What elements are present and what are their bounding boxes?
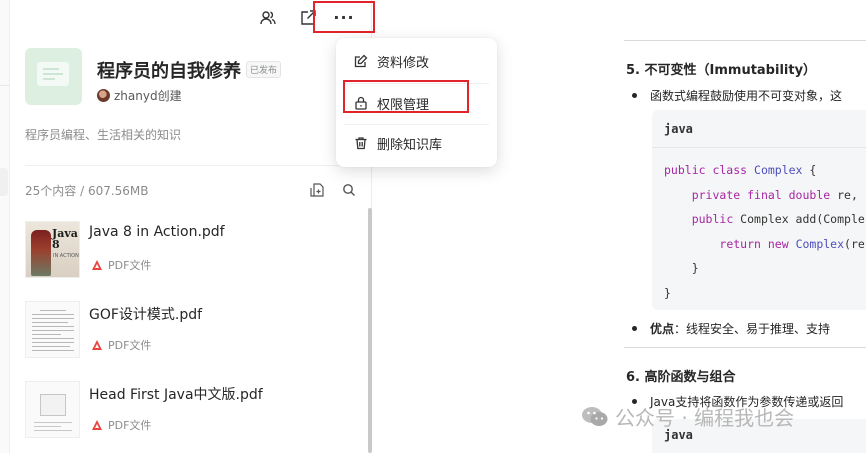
code-line: public Complex add(Comple bbox=[691, 212, 865, 226]
pdf-icon bbox=[92, 340, 102, 350]
bullet-item: 函数式编程鼓励使用不可变对象，这 bbox=[631, 87, 843, 104]
document-type-label: PDF文件 bbox=[108, 419, 152, 432]
members-icon[interactable] bbox=[256, 6, 280, 30]
document-content: 5. 不可变性（Immutability） 函数式编程鼓励使用不可变对象，这 j… bbox=[624, 0, 866, 453]
document-thumbnail bbox=[25, 301, 80, 358]
thumbnail-subtitle: IN ACTION bbox=[53, 253, 79, 259]
document-type-label: PDF文件 bbox=[108, 339, 152, 352]
section-divider bbox=[624, 40, 866, 41]
section-heading: 5. 不可变性（Immutability） bbox=[626, 63, 817, 78]
book-title: 程序员的自我修养 bbox=[97, 61, 241, 82]
left-nav-sliver bbox=[0, 0, 10, 453]
nav-active-indicator bbox=[0, 168, 8, 196]
watermark: 公众号 · 编程我也会 bbox=[581, 402, 794, 431]
menu-divider bbox=[344, 124, 489, 125]
wechat-icon bbox=[582, 406, 608, 426]
document-thumbnail: Java 8 IN ACTION bbox=[25, 221, 80, 278]
thumbnail-title: Java 8 bbox=[52, 227, 78, 251]
trash-icon bbox=[354, 136, 368, 150]
list-item[interactable]: GOF设计模式.pdf PDF文件 bbox=[25, 301, 360, 361]
content-summary: 25个内容 / 607.56MB bbox=[25, 184, 149, 198]
divider bbox=[25, 165, 365, 166]
document-type: PDF文件 bbox=[91, 337, 151, 353]
more-actions-button[interactable]: ··· bbox=[313, 1, 375, 33]
add-document-icon[interactable] bbox=[308, 181, 326, 199]
list-scrollbar[interactable] bbox=[368, 208, 372, 453]
menu-item-label: 资料修改 bbox=[377, 55, 430, 71]
menu-item-delete[interactable]: 删除知识库 bbox=[336, 129, 497, 157]
document-name[interactable]: Head First Java中文版.pdf bbox=[89, 384, 263, 404]
code-body: public class Complex { private final dou… bbox=[652, 148, 866, 305]
menu-item-label: 删除知识库 bbox=[377, 137, 443, 153]
watermark-text: 公众号 · 编程我也会 bbox=[615, 406, 795, 430]
creator-line: zhanyd创建 bbox=[97, 87, 182, 104]
document-name[interactable]: Java 8 in Action.pdf bbox=[89, 224, 225, 240]
book-cover-icon bbox=[25, 48, 82, 105]
bullet-label: 优点 bbox=[650, 322, 675, 336]
highlight-annotation bbox=[343, 80, 469, 113]
bullet-item: 优点：线程安全、易于推理、支持 bbox=[631, 320, 831, 337]
avatar bbox=[97, 89, 110, 102]
section-heading: 6. 高阶函数与组合 bbox=[626, 370, 736, 385]
list-item[interactable]: Head First Java中文版.pdf PDF文件 bbox=[25, 381, 360, 441]
search-icon[interactable] bbox=[340, 181, 358, 199]
menu-item-edit-info[interactable]: 资料修改 bbox=[336, 47, 497, 75]
section-divider bbox=[624, 347, 866, 348]
status-badge: 已发布 bbox=[246, 61, 282, 78]
knowledge-base-panel: 程序员的自我修养 已发布 zhanyd创建 程序员编程、生活相关的知识 25个内… bbox=[10, 0, 372, 453]
panel-toolbar bbox=[256, 4, 320, 32]
book-description: 程序员编程、生活相关的知识 bbox=[25, 128, 182, 142]
code-line: } bbox=[664, 261, 699, 275]
bullet-text: ：线程安全、易于推理、支持 bbox=[674, 322, 831, 336]
code-line: return new Complex(re bbox=[719, 236, 865, 251]
pdf-icon bbox=[92, 260, 102, 270]
code-line: private final double re, bbox=[691, 187, 858, 202]
pdf-icon bbox=[92, 420, 102, 430]
list-item[interactable]: Java 8 IN ACTION Java 8 in Action.pdf PD… bbox=[25, 221, 360, 281]
document-name[interactable]: GOF设计模式.pdf bbox=[89, 304, 202, 324]
code-line: public class Complex { bbox=[664, 163, 817, 177]
document-type: PDF文件 bbox=[91, 257, 151, 273]
document-type-label: PDF文件 bbox=[108, 259, 152, 272]
bullet-text: 函数式编程鼓励使用不可变对象，这 bbox=[650, 89, 843, 103]
code-block: java public class Complex { private fina… bbox=[652, 110, 866, 310]
nav-divider bbox=[0, 85, 10, 86]
document-type: PDF文件 bbox=[91, 417, 151, 433]
document-thumbnail bbox=[25, 381, 80, 438]
code-language: java bbox=[652, 110, 866, 148]
creator-name[interactable]: zhanyd创建 bbox=[114, 87, 182, 104]
edit-icon bbox=[354, 54, 368, 68]
list-tools bbox=[308, 181, 358, 199]
code-line: } bbox=[664, 285, 671, 300]
